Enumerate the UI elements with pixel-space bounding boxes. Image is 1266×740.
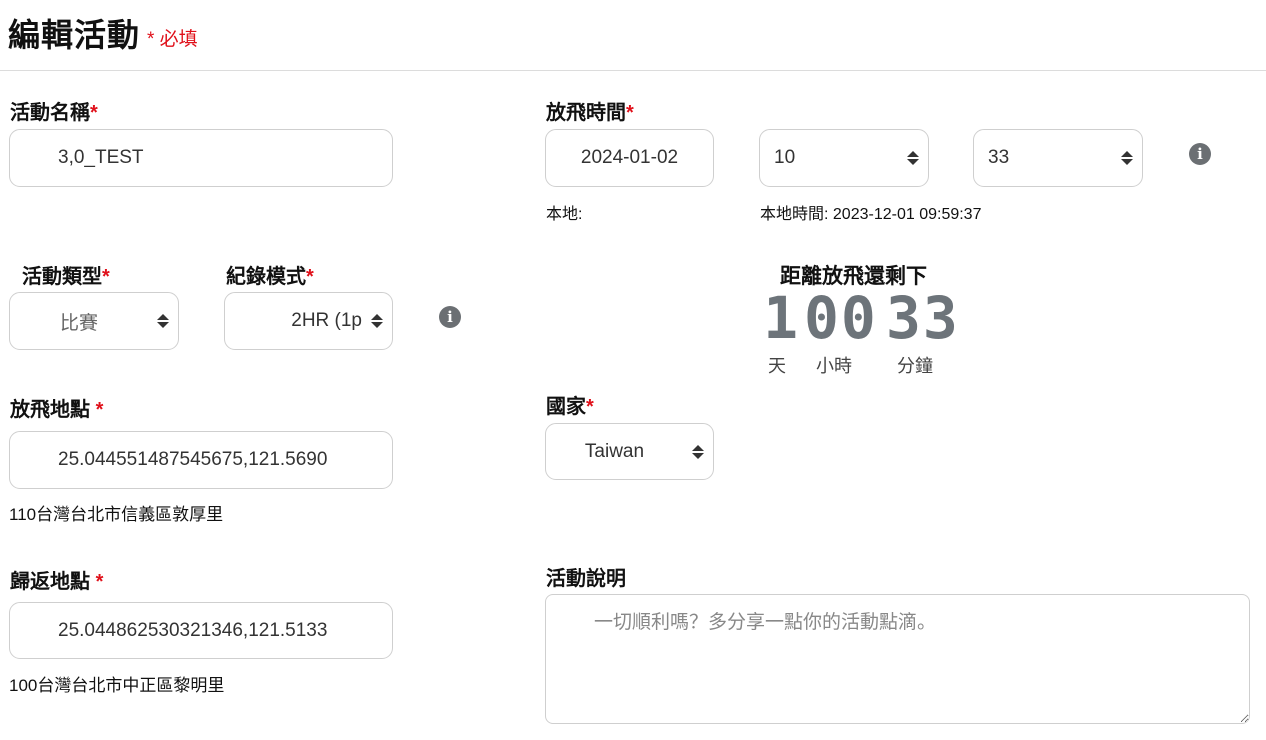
sort-arrows-icon bbox=[148, 314, 178, 328]
local-time: 本地時間: 2023-12-01 09:59:37 bbox=[760, 200, 981, 224]
countdown-hours: 00 bbox=[804, 284, 878, 352]
local-time-label: 本地時間: bbox=[760, 206, 829, 223]
info-icon[interactable]: i bbox=[439, 306, 461, 328]
flight-minute-value: 33 bbox=[988, 147, 1010, 168]
required-star: * bbox=[90, 102, 98, 124]
countdown-days-label: 天 bbox=[768, 356, 786, 376]
countdown-minutes: 33 bbox=[886, 284, 960, 352]
activity-name-value: 3,0_TEST bbox=[58, 147, 144, 168]
countdown-hours-label: 小時 bbox=[816, 356, 852, 376]
release-location-label: 放飛地點 * bbox=[10, 393, 103, 422]
required-star: * bbox=[626, 102, 634, 124]
country-value: Taiwan bbox=[584, 440, 645, 462]
release-location-input[interactable]: 25.044551487545675,121.5690 bbox=[9, 431, 393, 489]
countdown-minutes-label: 分鐘 bbox=[897, 356, 933, 376]
activity-name-label: 活動名稱* bbox=[10, 96, 98, 125]
record-mode-value: 2HR (1p bbox=[291, 310, 362, 331]
local-time-value: 2023-12-01 09:59:37 bbox=[832, 206, 982, 223]
activity-type-select[interactable]: 比賽 bbox=[9, 292, 179, 350]
record-mode-label: 紀錄模式* bbox=[226, 260, 314, 289]
activity-name-label-text: 活動名稱 bbox=[10, 102, 90, 124]
release-location-value: 25.044551487545675,121.5690 bbox=[58, 449, 328, 470]
country-label-text: 國家 bbox=[546, 396, 586, 418]
flight-minute-select[interactable]: 33 bbox=[973, 129, 1143, 187]
country-select[interactable]: Taiwan bbox=[545, 423, 714, 480]
country-label: 國家* bbox=[546, 390, 594, 419]
activity-type-label-text: 活動類型 bbox=[22, 266, 102, 288]
record-mode-label-text: 紀錄模式 bbox=[226, 266, 306, 288]
flight-time-label: 放飛時間* bbox=[546, 96, 634, 125]
sort-arrows-icon bbox=[1112, 151, 1142, 165]
required-star: * bbox=[95, 399, 104, 421]
sort-arrows-icon bbox=[362, 314, 392, 328]
required-star: * bbox=[586, 396, 594, 418]
return-location-label-text: 歸返地點 bbox=[10, 571, 90, 593]
flight-hour-value: 10 bbox=[774, 147, 796, 168]
flight-date-value: 2024-01-02 bbox=[580, 147, 679, 168]
page-title: 編輯活動 bbox=[8, 17, 141, 53]
return-location-label: 歸返地點 * bbox=[10, 565, 103, 594]
activity-name-input[interactable]: 3,0_TEST bbox=[9, 129, 393, 187]
return-address: 100台灣台北市中正區黎明里 bbox=[9, 676, 225, 695]
countdown-days: 1 bbox=[763, 289, 800, 347]
sort-arrows-icon bbox=[683, 444, 713, 459]
header-divider bbox=[0, 70, 1266, 71]
required-note: * 必填 bbox=[147, 29, 198, 50]
flight-time-label-text: 放飛時間 bbox=[546, 102, 626, 124]
return-location-value: 25.044862530321346,121.5133 bbox=[58, 620, 328, 641]
activity-type-label: 活動類型* bbox=[22, 260, 110, 289]
return-location-input[interactable]: 25.044862530321346,121.5133 bbox=[9, 602, 393, 659]
record-mode-select[interactable]: 2HR (1p bbox=[224, 292, 393, 350]
required-star: * bbox=[102, 266, 110, 288]
release-location-label-text: 放飛地點 bbox=[10, 399, 90, 421]
local-label: 本地: bbox=[546, 206, 583, 223]
required-star: * bbox=[95, 571, 104, 593]
info-icon[interactable]: i bbox=[1189, 143, 1211, 165]
required-star: * bbox=[306, 266, 314, 288]
flight-hour-select[interactable]: 10 bbox=[759, 129, 929, 187]
description-label: 活動說明 bbox=[546, 568, 626, 590]
release-address: 110台灣台北市信義區敦厚里 bbox=[9, 505, 224, 524]
flight-date-input[interactable]: 2024-01-02 bbox=[545, 129, 714, 187]
sort-arrows-icon bbox=[898, 151, 928, 165]
activity-type-value: 比賽 bbox=[59, 312, 98, 334]
description-textarea[interactable] bbox=[545, 594, 1250, 724]
